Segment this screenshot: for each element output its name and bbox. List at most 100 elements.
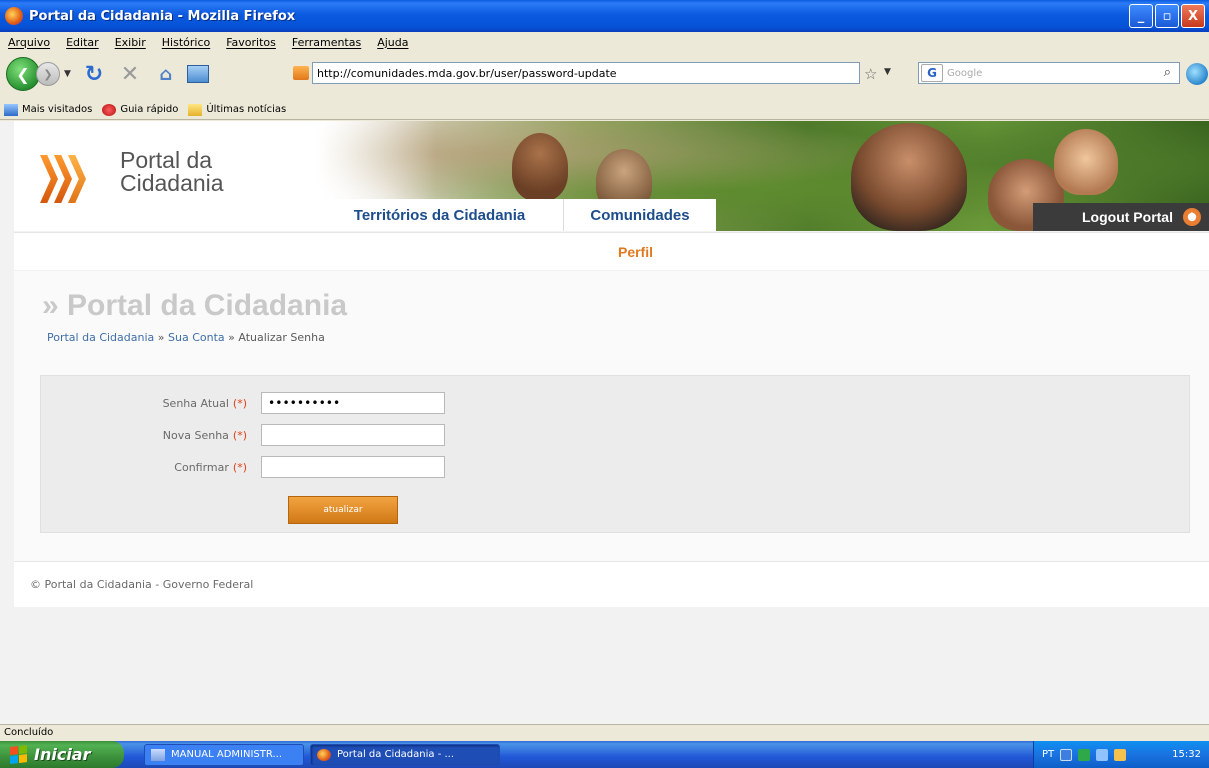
new-password-field[interactable] xyxy=(261,424,445,446)
sync-icon[interactable] xyxy=(1186,63,1208,85)
site-logo-icon[interactable] xyxy=(40,155,98,203)
status-bar: Concluído xyxy=(0,724,1209,740)
breadcrumb-sua-conta[interactable]: Sua Conta xyxy=(168,331,225,344)
search-bar[interactable]: G Google ⌕ xyxy=(918,62,1180,84)
breadcrumb-separator: » xyxy=(224,331,239,344)
language-indicator[interactable]: PT xyxy=(1042,749,1054,760)
task-label: MANUAL ADMINISTR... xyxy=(171,749,282,760)
label-text: Nova Senha xyxy=(162,428,229,442)
required-mark: (*) xyxy=(232,396,247,410)
start-label: Iniciar xyxy=(34,745,91,764)
menu-exibir[interactable]: Exibir xyxy=(115,36,146,49)
label-text: Senha Atual xyxy=(162,396,229,410)
new-password-row: Nova Senha (*) xyxy=(41,424,445,446)
url-text: http://comunidades.mda.gov.br/user/passw… xyxy=(317,66,617,80)
required-mark: (*) xyxy=(232,460,247,474)
folder-icon xyxy=(4,103,18,116)
minimize-button[interactable]: _ xyxy=(1129,4,1153,28)
current-password-row: Senha Atual (*) xyxy=(41,392,445,414)
current-password-field[interactable] xyxy=(261,392,445,414)
confirm-password-label: Confirmar (*) xyxy=(41,461,247,474)
menu-bar: Arquivo Editar Exibir Histórico Favorito… xyxy=(0,32,1209,52)
banner-figure xyxy=(851,123,967,231)
breadcrumb-separator: » xyxy=(154,331,169,344)
site-tabs: Territórios da Cidadania Comunidades xyxy=(316,199,716,231)
banner-figure xyxy=(1054,129,1118,195)
system-tray: PT 15:32 xyxy=(1033,741,1209,768)
bookmark-star-icon[interactable]: ☆ xyxy=(864,65,877,83)
taskbar-item-firefox[interactable]: Portal da Cidadania - ... xyxy=(310,743,500,766)
menu-favoritos[interactable]: Favoritos xyxy=(226,36,276,49)
logout-label: Logout Portal xyxy=(1082,209,1173,225)
volume-icon[interactable] xyxy=(1096,748,1109,761)
bookmark-mais-visitados[interactable]: Mais visitados xyxy=(4,103,93,116)
required-mark: (*) xyxy=(232,428,247,442)
menu-ajuda[interactable]: Ajuda xyxy=(377,36,408,49)
bookmark-label: Mais visitados xyxy=(22,104,93,115)
menu-arquivo[interactable]: Arquivo xyxy=(8,36,50,49)
window-titlebar[interactable]: Portal da Cidadania - Mozilla Firefox _ … xyxy=(0,0,1209,32)
stop-icon[interactable]: ✕ xyxy=(117,61,143,87)
power-icon: ⏻ xyxy=(1183,208,1201,226)
confirm-password-field[interactable] xyxy=(261,456,445,478)
tab-comunidades[interactable]: Comunidades xyxy=(564,199,716,231)
logo-line-2: Cidadania xyxy=(120,170,224,196)
menu-editar[interactable]: Editar xyxy=(66,36,99,49)
confirm-password-row: Confirmar (*) xyxy=(41,456,445,478)
network-icon[interactable] xyxy=(1060,748,1073,761)
window-icon xyxy=(151,748,165,761)
current-password-label: Senha Atual (*) xyxy=(41,397,247,410)
site-logo-text[interactable]: Portal da Cidadania xyxy=(120,149,224,195)
update-password-button[interactable]: atualizar xyxy=(288,496,398,524)
bookmark-label: Guia rápido xyxy=(120,104,179,115)
password-form: Senha Atual(*) Nova Senha(*) Confirmar(*… xyxy=(40,375,1190,533)
subnav-perfil[interactable]: Perfil xyxy=(618,244,653,260)
home-icon[interactable]: ⌂ xyxy=(153,61,179,87)
update-icon[interactable] xyxy=(1114,748,1127,761)
breadcrumb: Portal da Cidadania » Sua Conta » Atuali… xyxy=(47,331,325,344)
banner-figure xyxy=(512,133,568,201)
window-title: Portal da Cidadania - Mozilla Firefox xyxy=(29,8,296,24)
label-text: Confirmar xyxy=(174,460,229,474)
windows-taskbar: Iniciar MANUAL ADMINISTR... Portal da Ci… xyxy=(0,741,1209,768)
rss-icon xyxy=(188,103,203,116)
menu-ferramentas[interactable]: Ferramentas xyxy=(292,36,361,49)
search-icon[interactable]: ⌕ xyxy=(1164,65,1171,80)
start-button[interactable]: Iniciar xyxy=(0,741,124,768)
page-viewport[interactable]: Portal da Cidadania Territórios da Cidad… xyxy=(0,121,1209,724)
window-controls: _ ▫ X xyxy=(1129,4,1205,28)
url-dropdown-icon[interactable]: ▼ xyxy=(884,67,891,77)
task-label: Portal da Cidadania - ... xyxy=(337,749,455,760)
site-header: Portal da Cidadania Territórios da Cidad… xyxy=(14,121,1209,231)
taskbar-item-manual[interactable]: MANUAL ADMINISTR... xyxy=(144,743,304,766)
back-button[interactable]: ❮ xyxy=(6,57,40,91)
breadcrumb-portal[interactable]: Portal da Cidadania xyxy=(47,331,154,344)
bookmark-label: Últimas notícias xyxy=(206,104,287,115)
screenshot-addon-icon[interactable] xyxy=(186,65,209,83)
restore-button[interactable]: ▫ xyxy=(1155,4,1179,28)
logout-button[interactable]: Logout Portal ⏻ xyxy=(1033,203,1209,231)
site-footer: © Portal da Cidadania - Governo Federal xyxy=(14,561,1209,607)
security-icon[interactable] xyxy=(1078,748,1091,761)
breadcrumb-current: Atualizar Senha xyxy=(238,331,325,344)
new-password-label: Nova Senha (*) xyxy=(41,429,247,442)
reload-icon[interactable]: ↻ xyxy=(81,61,107,87)
logo-chevron xyxy=(40,155,58,203)
bookmark-guia-rapido[interactable]: Guia rápido xyxy=(102,103,179,116)
search-placeholder: Google xyxy=(947,67,983,79)
main-content: » Portal da Cidadania Portal da Cidadani… xyxy=(14,271,1209,561)
menu-historico[interactable]: Histórico xyxy=(162,36,210,49)
site-favicon-icon xyxy=(293,66,309,80)
tab-territorios[interactable]: Territórios da Cidadania xyxy=(316,199,564,231)
forward-button[interactable]: ❯ xyxy=(36,62,60,86)
history-dropdown-icon[interactable]: ▼ xyxy=(64,69,71,79)
guide-icon xyxy=(102,103,117,116)
bookmarks-toolbar: Mais visitados Guia rápido Últimas notíc… xyxy=(0,100,1209,120)
page-title: » Portal da Cidadania xyxy=(42,289,348,322)
bookmark-ultimas-noticias[interactable]: Últimas notícias xyxy=(188,103,287,116)
google-search-engine-icon[interactable]: G xyxy=(921,64,943,82)
url-bar[interactable]: http://comunidades.mda.gov.br/user/passw… xyxy=(293,62,860,84)
close-button[interactable]: X xyxy=(1181,4,1205,28)
windows-logo-icon xyxy=(10,744,28,765)
clock[interactable]: 15:32 xyxy=(1172,749,1201,760)
